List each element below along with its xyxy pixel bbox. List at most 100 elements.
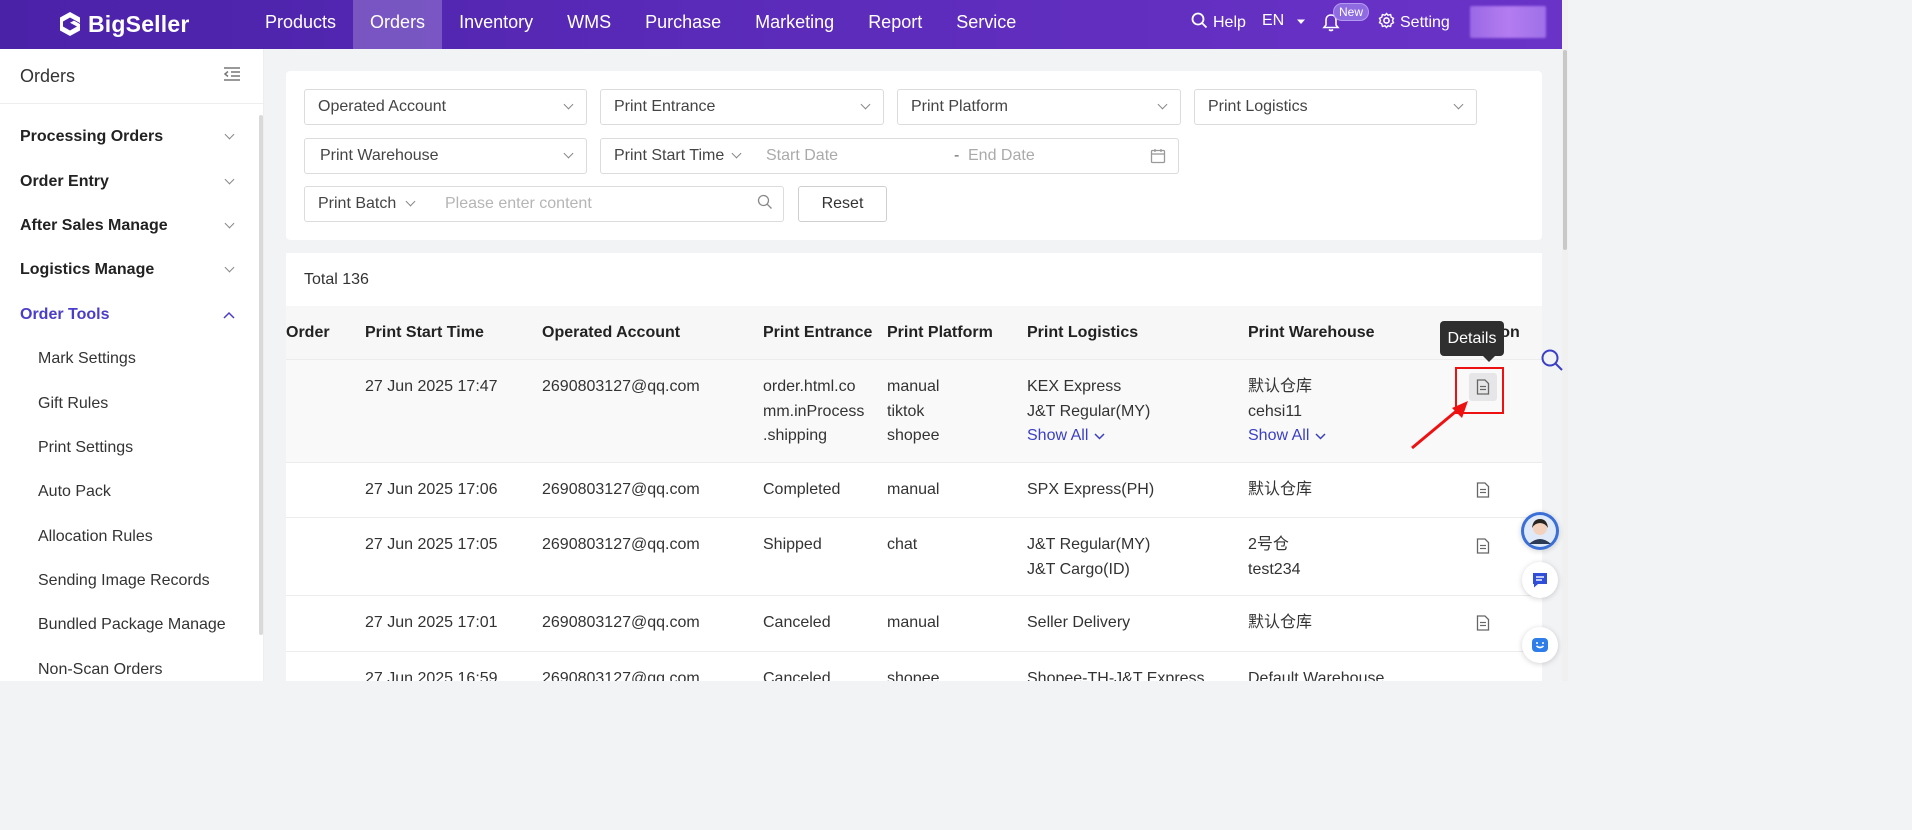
calendar-icon[interactable] xyxy=(1150,148,1166,169)
language-label: EN xyxy=(1262,12,1285,29)
column-header-print-entrance: Print Entrance xyxy=(763,324,873,341)
sidebar-item-non-scan-orders[interactable]: Non-Scan Orders xyxy=(0,648,263,692)
sidebar-item-logistics-manage[interactable]: Logistics Manage xyxy=(0,248,263,292)
platform-line: manual xyxy=(887,378,940,395)
total-count: Total 136 xyxy=(304,271,369,288)
language-selector[interactable]: EN xyxy=(1262,12,1306,30)
logo-text: BigSeller xyxy=(88,10,190,37)
logistics-line: J&T Cargo(ID) xyxy=(1027,560,1130,578)
print-entrance: Completed xyxy=(763,481,841,498)
operated-account-select[interactable]: Operated Account xyxy=(304,89,587,125)
sidebar-item-auto-pack[interactable]: Auto Pack xyxy=(0,470,263,514)
page-scrollbar-thumb[interactable] xyxy=(1563,50,1567,250)
print-entrance-select[interactable]: Print Entrance xyxy=(600,89,884,125)
details-icon[interactable] xyxy=(1469,476,1497,504)
chevron-down-icon xyxy=(225,177,235,187)
show-all-warehouse-link[interactable]: Show All xyxy=(1248,424,1326,449)
print-warehouse: 默认仓库 cehsi11 Show All xyxy=(1248,375,1326,449)
bigseller-logo-icon xyxy=(58,11,82,37)
table-row: 27 Jun 2025 17:06 2690803127@qq.com Comp… xyxy=(286,463,1542,518)
platform-line: shopee xyxy=(887,427,940,444)
print-batch-select[interactable]: Print Batch xyxy=(304,186,429,222)
sidebar-item-gift-rules[interactable]: Gift Rules xyxy=(0,381,263,425)
details-icon[interactable] xyxy=(1469,609,1497,637)
details-icon[interactable] xyxy=(1469,532,1497,560)
print-platform: manual tiktok shopee xyxy=(887,375,940,449)
print-logistics-select[interactable]: Print Logistics xyxy=(1194,89,1477,125)
nav-inventory[interactable]: Inventory xyxy=(442,0,550,49)
chevron-down-icon xyxy=(732,151,742,161)
sidebar-item-label: Processing Orders xyxy=(20,128,164,146)
print-platform: manual xyxy=(887,614,940,631)
warehouse-line: 默认仓库 xyxy=(1248,378,1313,395)
print-start-time: 27 Jun 2025 17:01 xyxy=(365,614,498,631)
print-warehouse: Default Warehouse xyxy=(1248,670,1385,681)
search-icon[interactable] xyxy=(757,194,773,215)
print-entrance: Canceled xyxy=(763,614,831,631)
reset-button[interactable]: Reset xyxy=(798,186,887,222)
nav-marketing[interactable]: Marketing xyxy=(738,0,851,49)
setting-link[interactable]: Setting xyxy=(1378,12,1450,34)
main-nav: Products Orders Inventory WMS Purchase M… xyxy=(248,0,1033,49)
print-start-time-select[interactable]: Print Start Time xyxy=(600,138,755,174)
nav-purchase[interactable]: Purchase xyxy=(628,0,738,49)
nav-service[interactable]: Service xyxy=(939,0,1033,49)
print-platform: manual xyxy=(887,481,940,498)
date-separator: - xyxy=(954,147,960,164)
floating-search-icon[interactable] xyxy=(1540,348,1564,377)
sidebar-item-order-tools[interactable]: Order Tools xyxy=(0,293,263,337)
sidebar-item-label: Logistics Manage xyxy=(20,261,155,279)
start-date-input[interactable]: Start Date xyxy=(766,147,838,165)
sidebar-item-mark-settings[interactable]: Mark Settings xyxy=(0,337,263,381)
column-header-print-start-time: Print Start Time xyxy=(365,324,484,341)
logistics-line: J&T Regular(MY) xyxy=(1027,402,1151,420)
end-date-input[interactable]: End Date xyxy=(968,147,1035,165)
collapse-sidebar-icon[interactable] xyxy=(223,66,241,86)
sidebar-item-allocation-rules[interactable]: Allocation Rules xyxy=(0,515,263,559)
operated-account: 2690803127@qq.com xyxy=(542,481,700,498)
print-warehouse-select[interactable]: Print Warehouse xyxy=(304,138,587,174)
column-header-print-platform: Print Platform xyxy=(887,324,993,341)
operated-account: 2690803127@qq.com xyxy=(542,670,700,681)
caret-down-icon xyxy=(1296,12,1306,30)
support-agent-icon xyxy=(1524,515,1556,547)
chat-icon xyxy=(1533,573,1547,588)
sidebar-item-sending-image-records[interactable]: Sending Image Records xyxy=(0,559,263,603)
print-platform-select[interactable]: Print Platform xyxy=(897,89,1181,125)
show-all-logistics-link[interactable]: Show All xyxy=(1027,424,1105,449)
customer-service-avatar[interactable] xyxy=(1521,512,1559,550)
select-label: Print Platform xyxy=(911,98,1008,115)
sidebar-scrollbar[interactable] xyxy=(259,115,263,635)
select-label: Print Logistics xyxy=(1208,98,1308,115)
table-row: 27 Jun 2025 17:05 2690803127@qq.com Ship… xyxy=(286,518,1542,596)
print-start-time: 27 Jun 2025 16:59 xyxy=(365,670,498,681)
nav-report[interactable]: Report xyxy=(851,0,939,49)
sidebar-item-after-sales-manage[interactable]: After Sales Manage xyxy=(0,204,263,248)
chevron-down-icon xyxy=(225,265,235,275)
column-header-order: Order xyxy=(286,324,330,341)
assistant-button[interactable] xyxy=(1522,627,1558,663)
column-header-operated-account: Operated Account xyxy=(542,324,681,341)
logo[interactable]: BigSeller xyxy=(58,9,190,39)
search-input[interactable] xyxy=(445,195,735,213)
sidebar-item-order-entry[interactable]: Order Entry xyxy=(0,159,263,203)
nav-products[interactable]: Products xyxy=(248,0,353,49)
print-entrance: Canceled xyxy=(763,670,831,681)
date-range-picker[interactable]: Start Date - End Date xyxy=(754,138,1179,174)
sidebar-header: Orders xyxy=(0,49,263,104)
sidebar-item-print-settings[interactable]: Print Settings xyxy=(0,426,263,470)
print-entrance: order.html.co mm.inProcess .shipping xyxy=(763,375,864,449)
entrance-line: .shipping xyxy=(763,427,828,444)
nav-orders[interactable]: Orders xyxy=(353,0,443,49)
chevron-up-icon xyxy=(223,306,235,324)
search-field xyxy=(428,186,784,222)
entrance-line: order.html.co xyxy=(763,378,856,395)
sidebar-item-bundled-package-manage[interactable]: Bundled Package Manage xyxy=(0,603,263,647)
column-header-print-warehouse: Print Warehouse xyxy=(1248,324,1375,341)
nav-wms[interactable]: WMS xyxy=(550,0,628,49)
sidebar-item-processing-orders[interactable]: Processing Orders xyxy=(0,115,263,159)
chat-button[interactable] xyxy=(1522,562,1558,598)
help-link[interactable]: Help xyxy=(1191,12,1246,34)
setting-label: Setting xyxy=(1400,14,1450,31)
account-avatar[interactable] xyxy=(1470,6,1546,38)
